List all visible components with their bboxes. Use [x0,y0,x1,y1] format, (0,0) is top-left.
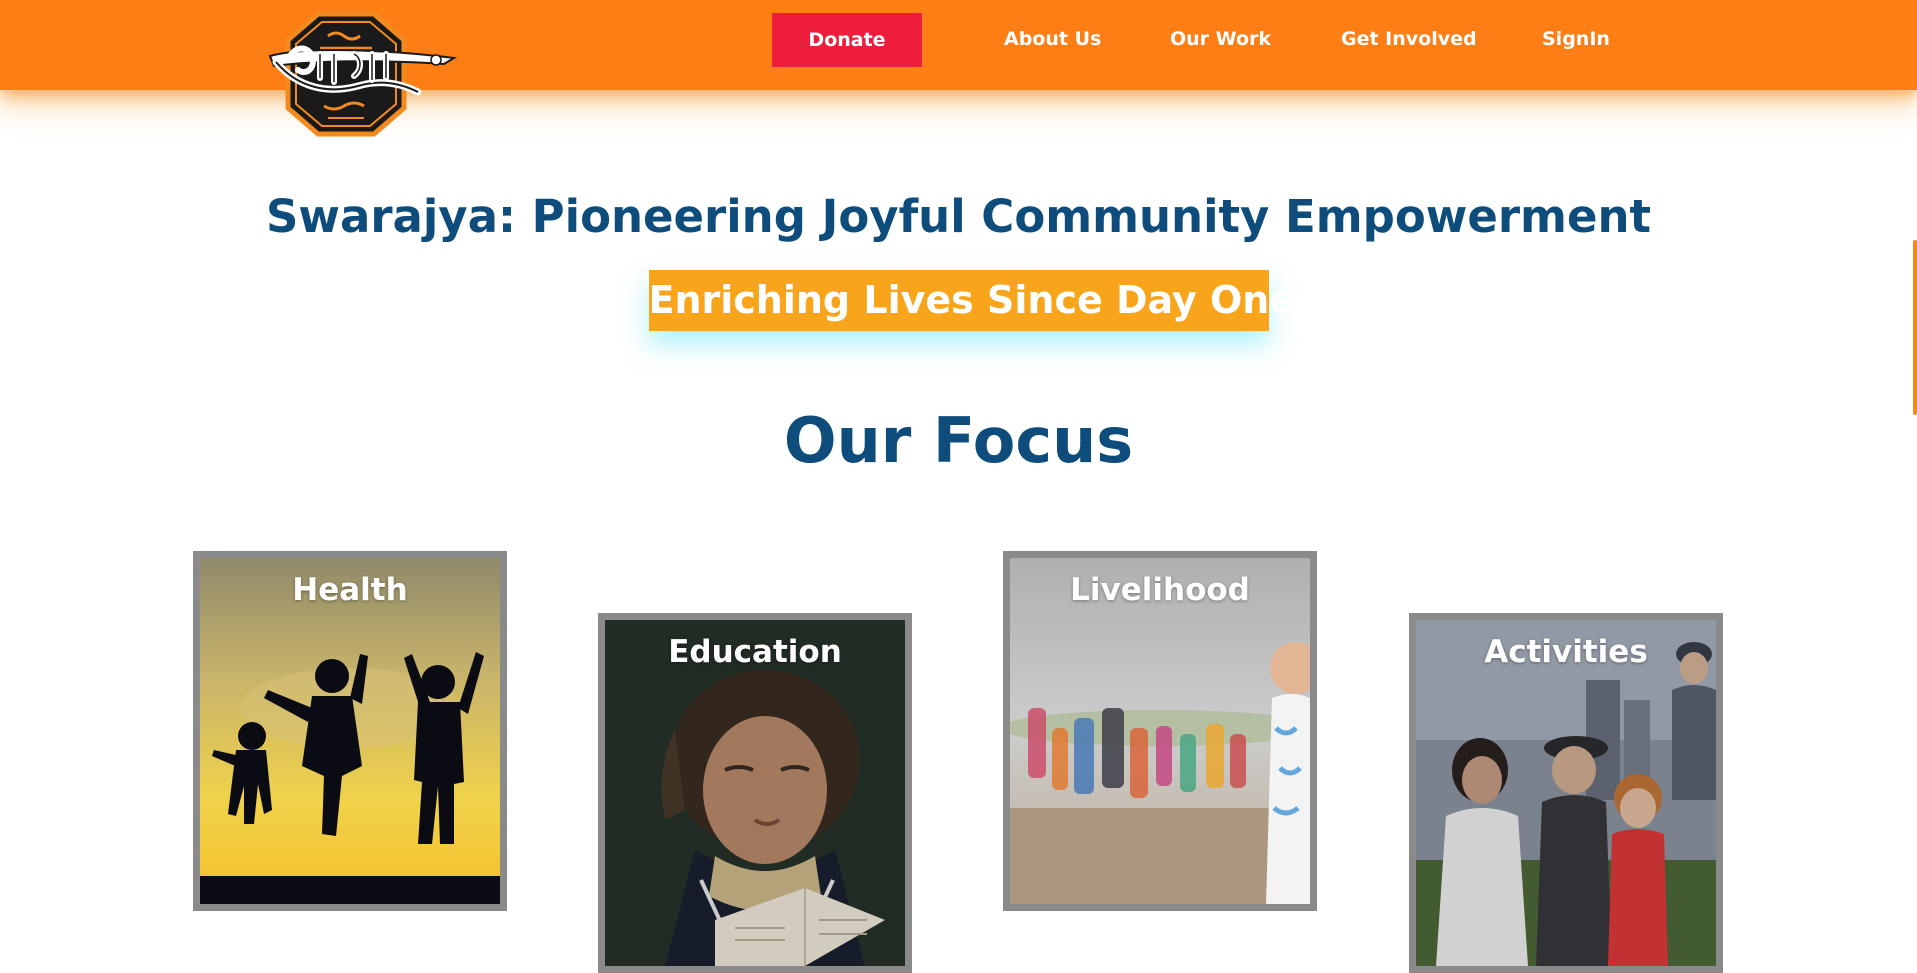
card-label-health: Health [292,572,408,608]
card-label-livelihood: Livelihood [1070,572,1250,608]
focus-card-activities[interactable]: Activities [1409,613,1723,973]
focus-card-education[interactable]: Education [598,613,912,973]
page-title: Swarajya: Pioneering Joyful Community Em… [265,190,1652,243]
card-label-activities: Activities [1484,634,1648,670]
nav-get-involved[interactable]: Get Involved [1341,24,1477,54]
health-image: Health [200,558,500,904]
section-title-our-focus: Our Focus [783,404,1134,477]
swarajya-logo[interactable] [268,10,460,138]
nav-our-work[interactable]: Our Work [1170,24,1271,54]
focus-card-health[interactable]: Health [193,551,507,911]
activities-image: Activities [1416,620,1716,966]
focus-card-livelihood[interactable]: Livelihood [1003,551,1317,911]
card-label-education: Education [668,634,842,670]
scrollbar-thumb[interactable] [1913,240,1917,415]
education-image: Education [605,620,905,966]
nav-about-us[interactable]: About Us [1004,24,1101,54]
nav-signin[interactable]: SignIn [1542,24,1610,54]
tagline-badge: Enriching Lives Since Day One [648,270,1295,331]
livelihood-image: Livelihood [1010,558,1310,904]
tagline-wrapper: Enriching Lives Since Day One [0,270,1917,331]
donate-button[interactable]: Donate [772,13,922,67]
